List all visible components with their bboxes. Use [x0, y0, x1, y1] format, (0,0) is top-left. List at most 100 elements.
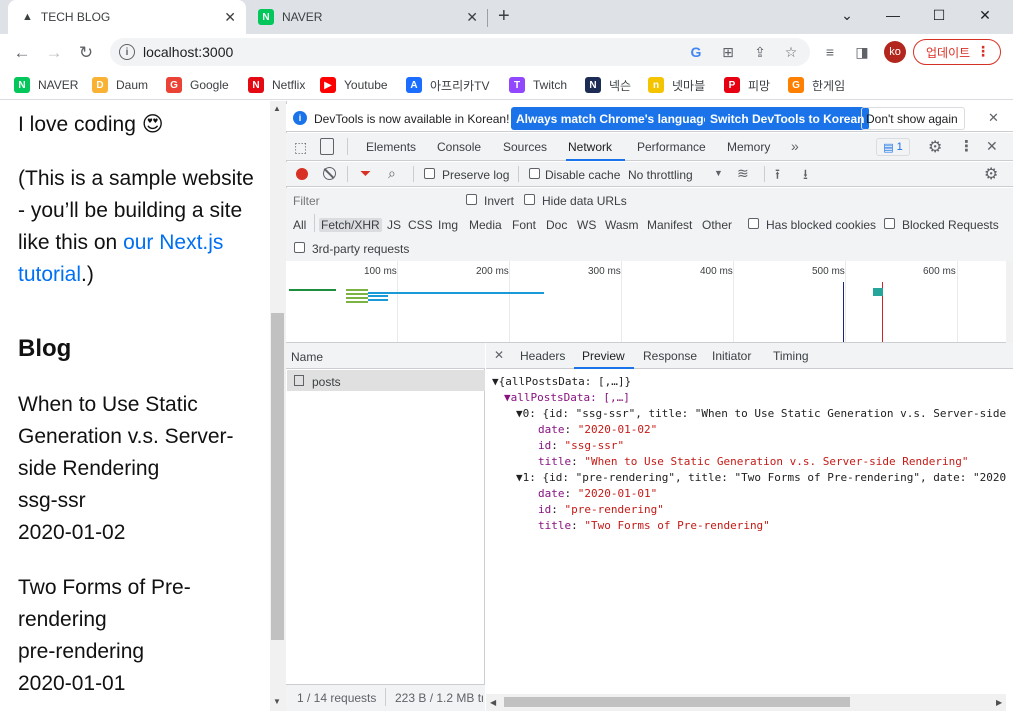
overview-scrollbar[interactable] — [1006, 261, 1013, 343]
type-filter-other[interactable]: Other — [702, 218, 732, 232]
scroll-right-icon[interactable]: ▶ — [996, 698, 1002, 707]
network-conditions-icon[interactable]: ≋ — [737, 165, 749, 182]
tab-tech-blog[interactable]: ▲ TECH BLOG ✕ — [8, 0, 246, 34]
record-icon[interactable] — [296, 168, 308, 180]
bookmark-naver[interactable]: N NAVER — [14, 76, 78, 94]
json-line[interactable]: ▼{allPostsData: [,…]} — [492, 374, 631, 390]
type-filter-fetch-xhr[interactable]: Fetch/XHR — [319, 218, 382, 232]
bookmark-hangame[interactable]: G 한게임 — [788, 76, 845, 94]
json-line[interactable]: title: "When to Use Static Generation v.… — [538, 454, 968, 470]
tab-memory[interactable]: Memory — [727, 140, 770, 154]
scroll-left-icon[interactable]: ◀ — [490, 698, 496, 707]
bookmark-nexon[interactable]: N 넥슨 — [585, 76, 631, 94]
google-lens-icon[interactable]: G — [686, 43, 706, 61]
type-filter-font[interactable]: Font — [512, 218, 536, 232]
disable-cache-checkbox[interactable] — [529, 168, 540, 182]
json-line[interactable]: date: "2020-01-02" — [538, 422, 657, 438]
json-line[interactable]: id: "pre-rendering" — [538, 502, 664, 518]
close-devtools-icon[interactable]: ✕ — [986, 138, 998, 155]
switch-to-korean-button[interactable]: Switch DevTools to Korean — [705, 107, 870, 130]
close-tab-icon[interactable]: ✕ — [466, 9, 478, 26]
import-har-icon[interactable]: ⭱ — [775, 164, 780, 188]
third-party-checkbox[interactable] — [294, 242, 305, 256]
bookmark-pmang[interactable]: P 피망 — [724, 76, 770, 94]
side-panel-icon[interactable]: ◨ — [852, 43, 872, 61]
type-filter-css[interactable]: CSS — [408, 218, 433, 232]
close-detail-icon[interactable]: ✕ — [494, 348, 504, 362]
bookmark-afreecatv[interactable]: A 아프리카TV — [406, 76, 490, 94]
scroll-down-icon[interactable]: ▼ — [273, 697, 281, 706]
preview-scrollbar-thumb[interactable] — [504, 697, 850, 707]
type-filter-doc[interactable]: Doc — [546, 218, 567, 232]
post-title[interactable]: When to Use Static Generation v.s. Serve… — [18, 389, 258, 485]
close-infobar-icon[interactable]: ✕ — [988, 110, 999, 126]
json-line[interactable]: ▼1: {id: "pre-rendering", title: "Two Fo… — [516, 470, 1006, 486]
json-line[interactable]: id: "ssg-ssr" — [538, 438, 624, 454]
bookmark-netflix[interactable]: N Netflix — [248, 76, 305, 94]
chevron-down-icon[interactable]: ▼ — [714, 168, 723, 178]
type-filter-media[interactable]: Media — [469, 218, 502, 232]
has-blocked-cookies-checkbox[interactable] — [748, 218, 759, 232]
json-line[interactable]: title: "Two Forms of Pre-rendering" — [538, 518, 770, 534]
always-match-language-button[interactable]: Always match Chrome's language — [511, 107, 716, 130]
bookmark-netmarble[interactable]: n 넷마블 — [648, 76, 705, 94]
detail-tab-preview[interactable]: Preview — [582, 349, 625, 363]
url-text[interactable]: localhost:3000 — [143, 44, 233, 60]
minimize-button[interactable]: — — [870, 0, 916, 30]
throttling-select[interactable]: No throttling — [628, 168, 693, 182]
bookmark-star-icon[interactable]: ☆ — [781, 43, 801, 61]
device-toolbar-icon[interactable] — [320, 138, 334, 155]
detail-tab-timing[interactable]: Timing — [773, 349, 809, 363]
type-filter-manifest[interactable]: Manifest — [647, 218, 692, 232]
tab-network[interactable]: Network — [568, 140, 612, 154]
tab-search-icon[interactable]: ⌄ — [824, 0, 870, 30]
tab-elements[interactable]: Elements — [366, 140, 416, 154]
reload-icon[interactable]: ↻ — [73, 40, 99, 66]
detail-tab-response[interactable]: Response — [643, 349, 697, 363]
back-icon[interactable]: ← — [9, 40, 35, 66]
tab-console[interactable]: Console — [437, 140, 481, 154]
devtools-menu-icon[interactable]: ⋮ — [959, 137, 974, 155]
forward-icon[interactable]: → — [41, 40, 67, 66]
tab-naver[interactable]: N NAVER ✕ — [250, 0, 488, 34]
invert-checkbox[interactable] — [466, 194, 477, 208]
json-line[interactable]: ▼allPostsData: [,…] — [504, 390, 630, 406]
maximize-button[interactable]: ☐ — [916, 0, 962, 30]
filter-icon[interactable]: ⏷ — [360, 165, 371, 182]
type-filter-img[interactable]: Img — [438, 218, 458, 232]
type-filter-all[interactable]: All — [293, 218, 306, 232]
close-tab-icon[interactable]: ✕ — [224, 9, 236, 26]
detail-tab-headers[interactable]: Headers — [520, 349, 565, 363]
share-icon[interactable]: ⇪ — [750, 43, 770, 61]
hide-data-urls-checkbox[interactable] — [524, 194, 535, 208]
avatar[interactable]: ko — [884, 41, 906, 63]
bookmark-youtube[interactable]: ▶ Youtube — [320, 76, 388, 94]
dont-show-again-button[interactable]: Don't show again — [861, 107, 965, 130]
type-filter-wasm[interactable]: Wasm — [605, 218, 639, 232]
bookmark-daum[interactable]: D Daum — [92, 76, 148, 94]
clear-icon[interactable] — [323, 167, 336, 180]
bookmark-twitch[interactable]: T Twitch — [509, 76, 567, 94]
detail-tab-initiator[interactable]: Initiator — [712, 349, 751, 363]
settings-gear-icon[interactable]: ⚙ — [928, 137, 942, 157]
translate-icon[interactable]: ⊞ — [718, 43, 738, 61]
type-filter-ws[interactable]: WS — [577, 218, 596, 232]
scroll-up-icon[interactable]: ▲ — [273, 104, 281, 113]
request-name[interactable]: posts — [312, 375, 341, 389]
bookmark-google[interactable]: G Google — [166, 76, 229, 94]
blocked-requests-checkbox[interactable] — [884, 218, 895, 232]
more-tabs-icon[interactable]: » — [791, 138, 799, 154]
filter-input[interactable] — [290, 191, 453, 211]
tab-sources[interactable]: Sources — [503, 140, 547, 154]
network-settings-icon[interactable]: ⚙ — [984, 164, 998, 184]
update-button[interactable]: 업데이트 ⋮ — [913, 39, 1001, 65]
json-line[interactable]: ▼0: {id: "ssg-ssr", title: "When to Use … — [516, 406, 1006, 422]
site-info-icon[interactable]: i — [119, 44, 135, 60]
new-tab-button[interactable]: + — [498, 5, 510, 28]
post-title[interactable]: Two Forms of Pre-rendering — [18, 572, 258, 636]
preserve-log-checkbox[interactable] — [424, 168, 435, 182]
close-window-button[interactable]: ✕ — [962, 0, 1008, 30]
search-icon[interactable]: ⌕ — [388, 165, 396, 182]
page-scrollbar-thumb[interactable] — [271, 313, 284, 640]
tab-performance[interactable]: Performance — [637, 140, 706, 154]
